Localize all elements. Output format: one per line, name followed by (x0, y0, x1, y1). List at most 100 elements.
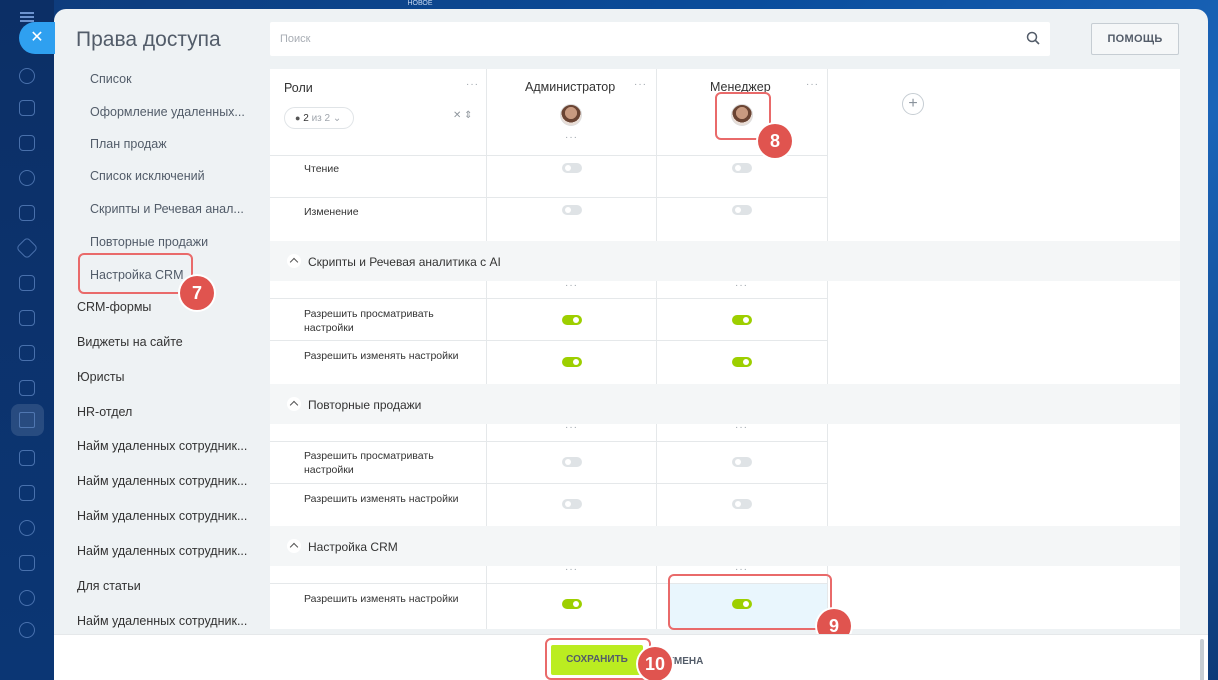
sidebar-item-exclusions[interactable]: Список исключений (90, 169, 205, 183)
filter-icon[interactable] (19, 412, 35, 428)
search-icon[interactable] (1026, 31, 1040, 45)
rail-icon-16[interactable] (19, 590, 35, 606)
sidebar-item-hiring-1[interactable]: Найм удаленных сотрудник... (77, 439, 247, 453)
highlight-save-button (545, 638, 651, 680)
rail-icon-17[interactable] (19, 622, 35, 638)
page-title: Права доступа (76, 28, 221, 51)
toggle-admin-repeat-view[interactable] (562, 457, 582, 467)
toggle-admin-edit[interactable] (562, 205, 582, 215)
perm-label-view-settings: Разрешить просматривать настройки (304, 450, 434, 476)
row-divider (270, 155, 827, 156)
row-divider (270, 298, 827, 299)
help-button[interactable]: ПОМОЩЬ (1091, 23, 1179, 55)
add-role-button[interactable]: + (902, 93, 924, 115)
sidebar-item-remote-registration[interactable]: Оформление удаленных... (90, 105, 245, 119)
chevron-down-icon: ⌄ (332, 113, 342, 124)
toggle-manager-repeat-edit[interactable] (732, 499, 752, 509)
row-divider (270, 441, 827, 442)
rail-icon-15[interactable] (19, 555, 35, 571)
admin-dots[interactable]: ··· (565, 564, 578, 575)
chevron-up-icon[interactable] (287, 397, 301, 411)
perm-label-view-settings: Разрешить просматривать настройки (304, 308, 434, 334)
search-placeholder: Поиск (280, 33, 311, 45)
sidebar-item-hiring-5[interactable]: Найм удаленных сотрудник... (77, 614, 247, 628)
rail-icon-13[interactable] (19, 485, 35, 501)
close-button[interactable]: ✕ (19, 22, 55, 54)
sidebar-item-lawyers[interactable]: Юристы (77, 370, 125, 384)
perm-label-edit-settings: Разрешить изменять настройки (304, 593, 459, 605)
avatar[interactable] (560, 104, 582, 126)
rail-icon-9[interactable] (19, 345, 35, 361)
scrollbar[interactable] (1200, 639, 1204, 680)
sidebar-item-hiring-2[interactable]: Найм удаленных сотрудник... (77, 474, 247, 488)
rail-icon-3[interactable] (19, 135, 35, 151)
collapse-expand-icon[interactable]: ✕ ⇕ (453, 110, 473, 121)
toggle-admin-crm-edit[interactable] (562, 599, 582, 609)
sidebar-item-widgets[interactable]: Виджеты на сайте (77, 335, 183, 349)
footer-bar: СОХРАНИТЬ ОТМЕНА 10 (54, 634, 1208, 680)
search-input[interactable]: Поиск (270, 22, 1050, 56)
section-title: Скрипты и Речевая аналитика с AI (308, 255, 501, 269)
manager-dots[interactable]: ··· (735, 422, 748, 433)
permissions-table: Роли ··· ● 2 из 2 ⌄ ✕ ⇕ Администратор ··… (270, 69, 1180, 629)
rail-icon-5[interactable] (19, 205, 35, 221)
rail-icon-12[interactable] (19, 450, 35, 466)
access-rights-modal: Права доступа Поиск ПОМОЩЬ Список Оформл… (54, 9, 1208, 680)
roles-header: Роли (284, 81, 313, 95)
rail-icon-10[interactable] (19, 380, 35, 396)
section-repeat-sales[interactable]: Повторные продажи (270, 384, 1180, 424)
toggle-manager-repeat-view[interactable] (732, 457, 752, 467)
annotation-badge-7: 7 (180, 276, 214, 310)
toggle-manager-scripts-edit[interactable] (732, 357, 752, 367)
toggle-admin-repeat-edit[interactable] (562, 499, 582, 509)
toggle-manager-read[interactable] (732, 163, 752, 173)
highlight-crm-settings (78, 253, 193, 294)
perm-label-edit-settings: Разрешить изменять настройки (304, 493, 459, 505)
roles-menu-dots[interactable]: ··· (466, 79, 479, 90)
admin-dots[interactable]: ··· (565, 132, 578, 143)
role-header-admin: Администратор (525, 80, 616, 94)
sidebar-item-hiring-4[interactable]: Найм удаленных сотрудник... (77, 544, 247, 558)
row-divider (270, 340, 827, 341)
rail-icon-8[interactable] (19, 310, 35, 326)
annotation-badge-8: 8 (758, 124, 792, 158)
section-scripts[interactable]: Скрипты и Речевая аналитика с AI (270, 241, 1180, 281)
menu-icon[interactable] (20, 12, 34, 22)
sidebar-item-list[interactable]: Список (90, 72, 132, 86)
sidebar-item-repeat-sales[interactable]: Повторные продажи (90, 235, 208, 249)
sidebar-item-for-article[interactable]: Для статьи (77, 579, 141, 593)
pager-total: из 2 (311, 113, 331, 124)
perm-label-read: Чтение (304, 163, 340, 175)
annotation-badge-10: 10 (638, 647, 672, 680)
sidebar-item-hiring-3[interactable]: Найм удаленных сотрудник... (77, 509, 247, 523)
section-title: Настройка CRM (308, 540, 398, 554)
chevron-up-icon[interactable] (287, 539, 301, 553)
rail-icon-1[interactable] (19, 68, 35, 84)
rail-icon-2[interactable] (19, 100, 35, 116)
toggle-admin-scripts-edit[interactable] (562, 357, 582, 367)
manager-dots[interactable]: ··· (735, 280, 748, 291)
sidebar-item-sales-plan[interactable]: План продаж (90, 137, 167, 151)
row-divider (270, 483, 827, 484)
manager-menu-dots[interactable]: ··· (806, 79, 819, 90)
highlight-manager-crm-toggle (668, 574, 832, 630)
rail-icon-14[interactable] (19, 520, 35, 536)
rail-icon-7[interactable] (19, 275, 35, 291)
sidebar-item-crm-forms[interactable]: CRM-формы (77, 300, 151, 314)
toggle-admin-scripts-view[interactable] (562, 315, 582, 325)
sidebar-item-scripts[interactable]: Скрипты и Речевая анал... (90, 202, 244, 216)
admin-dots[interactable]: ··· (565, 280, 578, 291)
admin-dots[interactable]: ··· (565, 422, 578, 433)
rail-icon-4[interactable] (19, 170, 35, 186)
toggle-manager-scripts-view[interactable] (732, 315, 752, 325)
sidebar-item-hr[interactable]: HR-отдел (77, 405, 132, 419)
perm-label-edit-settings: Разрешить изменять настройки (304, 350, 459, 362)
role-pager[interactable]: ● 2 из 2 ⌄ (284, 107, 354, 129)
rail-icon-6[interactable] (15, 236, 39, 260)
toggle-manager-edit[interactable] (732, 205, 752, 215)
section-crm-settings[interactable]: Настройка CRM (270, 526, 1180, 566)
app-rail (0, 0, 54, 680)
toggle-admin-read[interactable] (562, 163, 582, 173)
chevron-up-icon[interactable] (287, 254, 301, 268)
admin-menu-dots[interactable]: ··· (634, 79, 647, 90)
